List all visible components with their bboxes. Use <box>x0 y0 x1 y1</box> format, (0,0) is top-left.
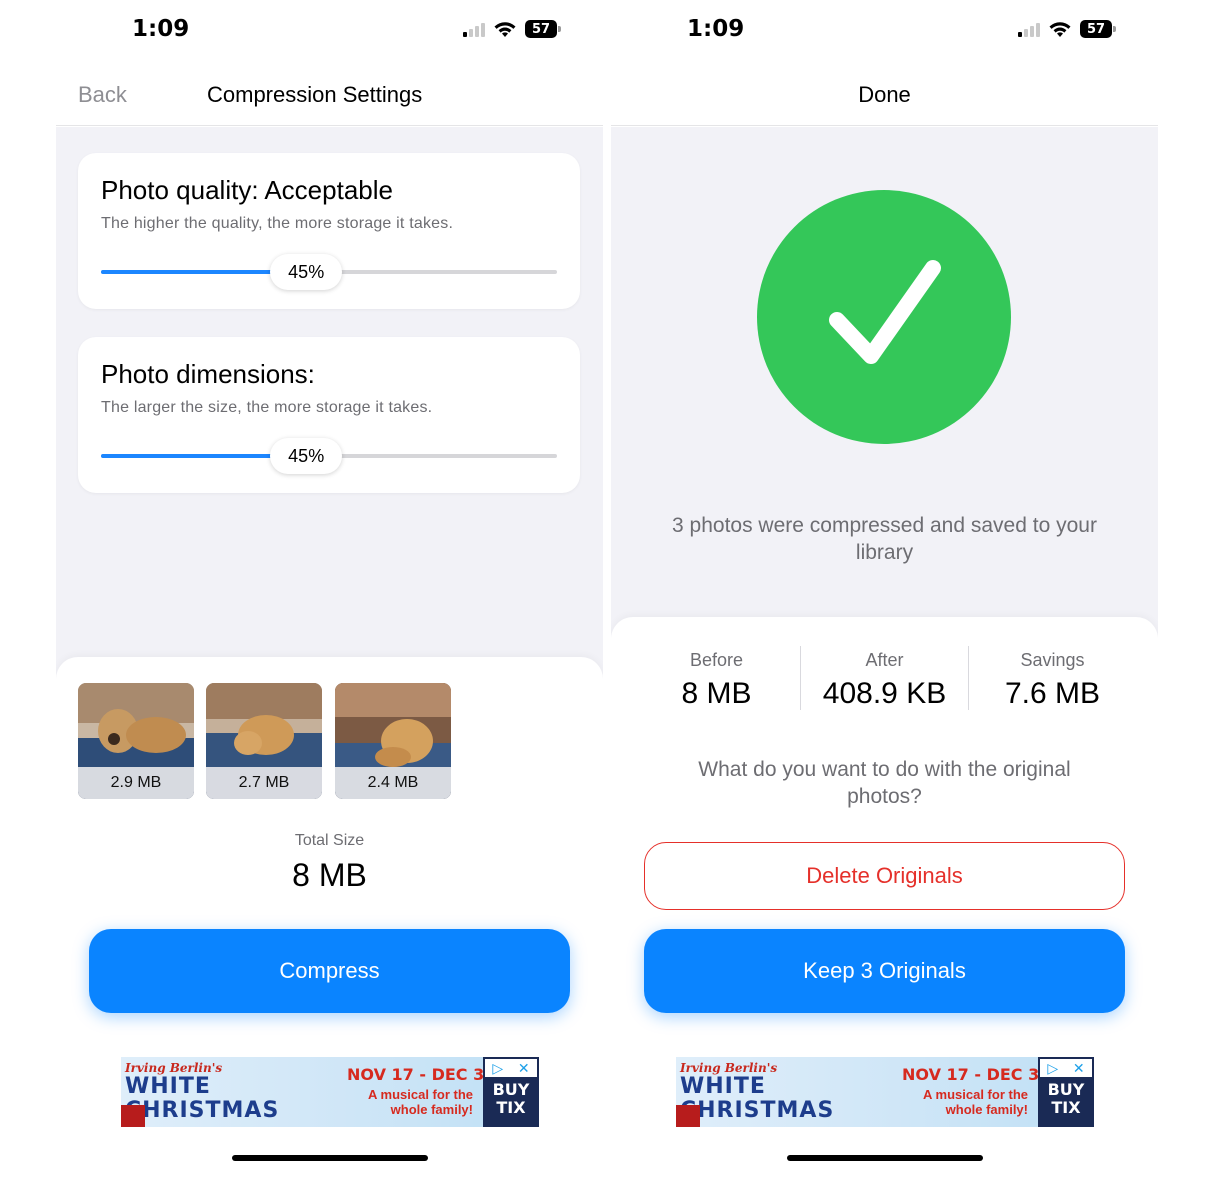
close-icon[interactable]: ✕ <box>1073 1060 1085 1077</box>
photo-quality-title: Photo quality: Acceptable <box>101 175 393 205</box>
page-title: Compression Settings <box>207 82 423 107</box>
back-button[interactable]: Back <box>78 82 127 108</box>
cellular-signal-icon <box>1018 21 1040 37</box>
ad-show-title: WHITE CHRISTMAS <box>125 1074 280 1123</box>
photo-dimensions-subtitle: The larger the size, the more storage it… <box>101 399 433 416</box>
status-bar: 1:09 57 <box>56 0 603 62</box>
slider-thumb[interactable]: 45% <box>270 438 343 474</box>
ad-cta-label: BUY TIX <box>1047 1080 1085 1117</box>
ad-banner[interactable]: Irving Berlin's WHITE CHRISTMAS NOV 17 -… <box>121 1057 539 1127</box>
slider-thumb[interactable]: 45% <box>270 254 343 290</box>
ad-cta-label: BUY TIX <box>492 1080 530 1117</box>
compression-settings-screen: 1:09 57 Back Compression Settings Photo … <box>56 0 603 1183</box>
ad-dates: NOV 17 - DEC 31 <box>347 1065 496 1084</box>
photo-quality-slider[interactable]: 45% <box>101 254 557 290</box>
ad-banner[interactable]: Irving Berlin's WHITE CHRISTMAS NOV 17 -… <box>676 1057 1094 1127</box>
originals-question: What do you want to do with the original… <box>698 758 1071 808</box>
photo-dimensions-slider[interactable]: 45% <box>101 438 557 474</box>
photo-thumbnail[interactable]: 2.4 MB <box>335 683 451 799</box>
photo-thumbnail[interactable]: 2.7 MB <box>206 683 322 799</box>
compression-stats: Before 8 MB After 408.9 KB Savings 7.6 M… <box>633 646 1136 710</box>
status-bar: 1:09 57 <box>611 0 1158 62</box>
total-size-value: 8 MB <box>292 857 367 893</box>
done-message: 3 photos were compressed and saved to yo… <box>672 514 1097 564</box>
stat-before: Before 8 MB <box>633 646 800 710</box>
ad-presenter: Irving Berlin's <box>125 1061 223 1075</box>
stat-value: 408.9 KB <box>822 677 947 710</box>
battery-level: 57 <box>531 21 551 37</box>
keep-originals-button[interactable]: Keep 3 Originals <box>644 929 1125 1013</box>
photo-size: 2.9 MB <box>78 767 194 799</box>
status-time: 1:09 <box>132 16 190 42</box>
ad-tagline: A musical for the whole family! <box>368 1087 473 1117</box>
stat-savings: Savings 7.6 MB <box>968 646 1136 710</box>
ad-show-title: WHITE CHRISTMAS <box>680 1074 835 1123</box>
theater-logo-icon <box>676 1105 700 1127</box>
photo-thumbnail[interactable]: 2.9 MB <box>78 683 194 799</box>
settings-area: Photo quality: Acceptable The higher the… <box>56 127 603 687</box>
success-checkmark-icon <box>757 190 1011 444</box>
home-indicator <box>232 1155 428 1161</box>
delete-originals-button[interactable]: Delete Originals <box>644 842 1125 910</box>
status-icons: 57 <box>463 20 561 38</box>
ad-choices-icon[interactable]: ▷ ✕ <box>485 1059 537 1077</box>
stat-after: After 408.9 KB <box>800 646 968 710</box>
photo-quality-card: Photo quality: Acceptable The higher the… <box>78 153 580 309</box>
photo-size: 2.7 MB <box>206 767 322 799</box>
home-indicator <box>787 1155 983 1161</box>
play-icon: ▷ <box>1047 1059 1059 1076</box>
ad-dates: NOV 17 - DEC 31 <box>902 1065 1051 1084</box>
wifi-icon <box>1048 20 1072 38</box>
cellular-signal-icon <box>463 21 485 37</box>
total-size-label: Total Size <box>294 832 365 849</box>
close-icon[interactable]: ✕ <box>518 1060 530 1077</box>
compress-button[interactable]: Compress <box>89 929 570 1013</box>
play-icon: ▷ <box>492 1059 504 1076</box>
stat-label: Before <box>689 650 744 670</box>
battery-icon: 57 <box>1080 20 1116 38</box>
photo-dimensions-title: Photo dimensions: <box>101 359 315 389</box>
done-screen: 1:09 57 Done 3 photos were compressed an… <box>611 0 1158 1183</box>
ad-presenter: Irving Berlin's <box>680 1061 778 1075</box>
battery-icon: 57 <box>525 20 561 38</box>
page-title: Done <box>858 82 911 107</box>
nav-bar: Done <box>611 62 1158 126</box>
ad-tagline: A musical for the whole family! <box>923 1087 1028 1117</box>
status-time: 1:09 <box>687 16 745 42</box>
theater-logo-icon <box>121 1105 145 1127</box>
ad-choices-icon[interactable]: ▷ ✕ <box>1040 1059 1092 1077</box>
photo-dimensions-card: Photo dimensions: The larger the size, t… <box>78 337 580 493</box>
stat-label: Savings <box>1020 650 1085 670</box>
photo-quality-subtitle: The higher the quality, the more storage… <box>101 215 454 232</box>
stat-value: 7.6 MB <box>1004 677 1101 710</box>
nav-bar: Back Compression Settings <box>56 62 603 126</box>
stat-value: 8 MB <box>681 677 752 710</box>
checkmark-icon <box>829 260 941 364</box>
battery-level: 57 <box>1086 21 1106 37</box>
status-icons: 57 <box>1018 20 1116 38</box>
wifi-icon <box>493 20 517 38</box>
photo-size: 2.4 MB <box>335 767 451 799</box>
stat-label: After <box>865 650 904 670</box>
